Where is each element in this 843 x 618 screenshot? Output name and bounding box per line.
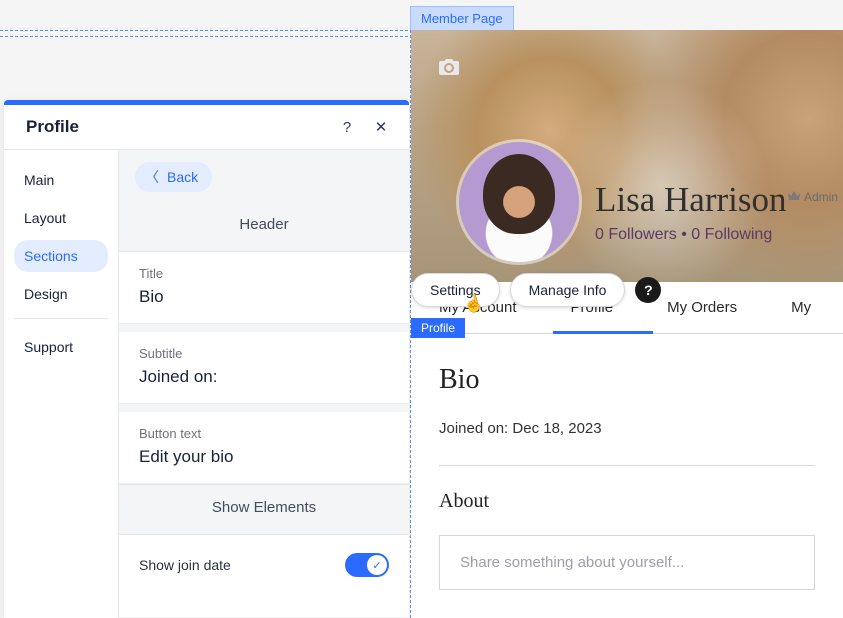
back-label: Back (167, 169, 198, 185)
help-dot-button[interactable]: ? (635, 277, 661, 303)
nav-design[interactable]: Design (14, 278, 108, 310)
crown-icon (788, 190, 800, 204)
profile-selection-tag: Profile (411, 318, 465, 338)
field-title-value: Bio (139, 287, 389, 307)
check-icon: ✓ (367, 555, 387, 575)
manage-info-button[interactable]: Manage Info (510, 273, 626, 307)
about-heading: About (439, 490, 815, 513)
bio-area: Bio Joined on: Dec 18, 2023 About Share … (411, 334, 843, 590)
about-textarea[interactable]: Share something about yourself... (439, 535, 815, 590)
field-title[interactable]: Title Bio (119, 252, 409, 324)
display-name: Lisa Harrison (595, 180, 786, 220)
joined-line: Joined on: Dec 18, 2023 (439, 420, 815, 437)
tab-underline (553, 331, 653, 334)
nav-separator (14, 318, 108, 319)
admin-badge: Admin (788, 190, 838, 204)
chevron-left-icon: 〈 (145, 167, 159, 187)
member-page-preview: Lisa Harrison Admin 0 Followers • 0 Foll… (410, 30, 843, 618)
tab-my-other[interactable]: My (791, 299, 811, 316)
nav-layout[interactable]: Layout (14, 202, 108, 234)
tab-my-orders[interactable]: My Orders (667, 299, 737, 316)
bio-heading: Bio (439, 364, 815, 396)
settings-panel: Profile ? ✕ Main Layout Sections Design … (4, 100, 409, 618)
panel-title: Profile (26, 117, 323, 137)
field-button-text[interactable]: Button text Edit your bio (119, 412, 409, 484)
settings-button[interactable]: Settings (411, 273, 500, 307)
field-subtitle-label: Subtitle (139, 346, 389, 361)
side-nav: Main Layout Sections Design Support (4, 150, 119, 618)
floating-controls: Settings Manage Info ? (411, 273, 661, 307)
help-icon[interactable]: ? (337, 119, 357, 136)
admin-label: Admin (804, 190, 838, 204)
field-subtitle-value: Joined on: (139, 367, 389, 387)
nav-support[interactable]: Support (14, 331, 108, 363)
back-button[interactable]: 〈 Back (135, 162, 212, 192)
camera-icon[interactable] (439, 58, 459, 81)
field-title-label: Title (139, 266, 389, 281)
divider (439, 465, 815, 466)
panel-content: 〈 Back Header Title Bio Subtitle Joined … (119, 150, 409, 618)
nav-main[interactable]: Main (14, 164, 108, 196)
cover-image: Lisa Harrison Admin 0 Followers • 0 Foll… (411, 30, 843, 282)
nav-sections[interactable]: Sections (14, 240, 108, 272)
section-heading-show-elements: Show Elements (119, 484, 409, 535)
field-button-label: Button text (139, 426, 389, 441)
panel-header: Profile ? ✕ (4, 105, 409, 150)
field-button-value: Edit your bio (139, 447, 389, 467)
toggle-join-date[interactable]: ✓ (345, 553, 389, 577)
close-icon[interactable]: ✕ (371, 118, 391, 136)
member-page-tag: Member Page (410, 6, 514, 31)
field-subtitle[interactable]: Subtitle Joined on: (119, 332, 409, 404)
avatar[interactable] (459, 142, 579, 262)
toggle-join-date-label: Show join date (139, 557, 231, 573)
toggle-row-join-date: Show join date ✓ (119, 535, 409, 617)
section-heading-header: Header (119, 202, 409, 252)
follow-line[interactable]: 0 Followers • 0 Following (595, 226, 772, 244)
